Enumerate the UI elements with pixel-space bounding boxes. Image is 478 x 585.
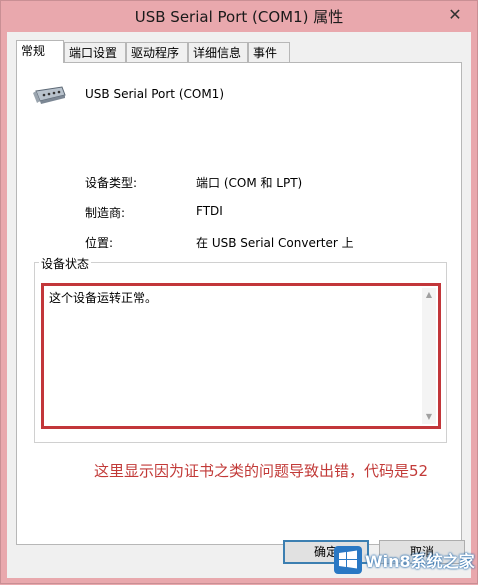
tab-general[interactable]: 常规	[16, 40, 64, 63]
tab-details[interactable]: 详细信息	[188, 42, 248, 62]
manufacturer-label: 制造商:	[85, 206, 126, 220]
tab-events[interactable]: 事件	[248, 42, 290, 62]
device-name: USB Serial Port (COM1)	[85, 87, 224, 101]
windows-logo-icon	[334, 546, 362, 574]
tab-port-settings[interactable]: 端口设置	[64, 42, 126, 62]
device-type-value: 端口 (COM 和 LPT)	[196, 176, 303, 190]
tab-driver[interactable]: 驱动程序	[126, 42, 188, 62]
watermark-text: Win8系统之家	[365, 552, 475, 571]
close-icon: ✕	[448, 5, 462, 24]
device-status-textbox[interactable]: 这个设备运转正常。 ▲ ▼	[41, 283, 441, 429]
location-label: 位置:	[85, 236, 114, 250]
location-value: 在 USB Serial Converter 上	[196, 236, 354, 250]
dialog-client: 常规 端口设置 驱动程序 详细信息 事件 USB Serial Port (CO…	[7, 32, 471, 578]
close-button[interactable]: ✕	[441, 4, 469, 26]
device-type-label: 设备类型:	[85, 176, 138, 190]
device-status-text: 这个设备运转正常。	[49, 291, 158, 305]
properties-window: USB Serial Port (COM1) 属性 ✕ 常规 端口设置 驱动程序…	[0, 0, 478, 584]
site-watermark: Win8系统之家	[331, 541, 478, 585]
general-tab-panel: USB Serial Port (COM1) 设备类型: 端口 (COM 和 L…	[16, 62, 462, 545]
title-bar[interactable]: USB Serial Port (COM1) 属性 ✕	[1, 1, 477, 31]
device-status-label: 设备状态	[39, 255, 92, 272]
manufacturer-value: FTDI	[196, 204, 223, 218]
scroll-up-icon[interactable]: ▲	[422, 288, 436, 302]
annotation-note: 这里显示因为证书之类的问题导致出错，代码是52	[94, 462, 429, 480]
scroll-down-icon[interactable]: ▼	[422, 410, 436, 424]
window-title: USB Serial Port (COM1) 属性	[134, 8, 344, 26]
serial-port-icon	[33, 86, 66, 104]
status-scrollbar[interactable]: ▲ ▼	[422, 288, 436, 424]
